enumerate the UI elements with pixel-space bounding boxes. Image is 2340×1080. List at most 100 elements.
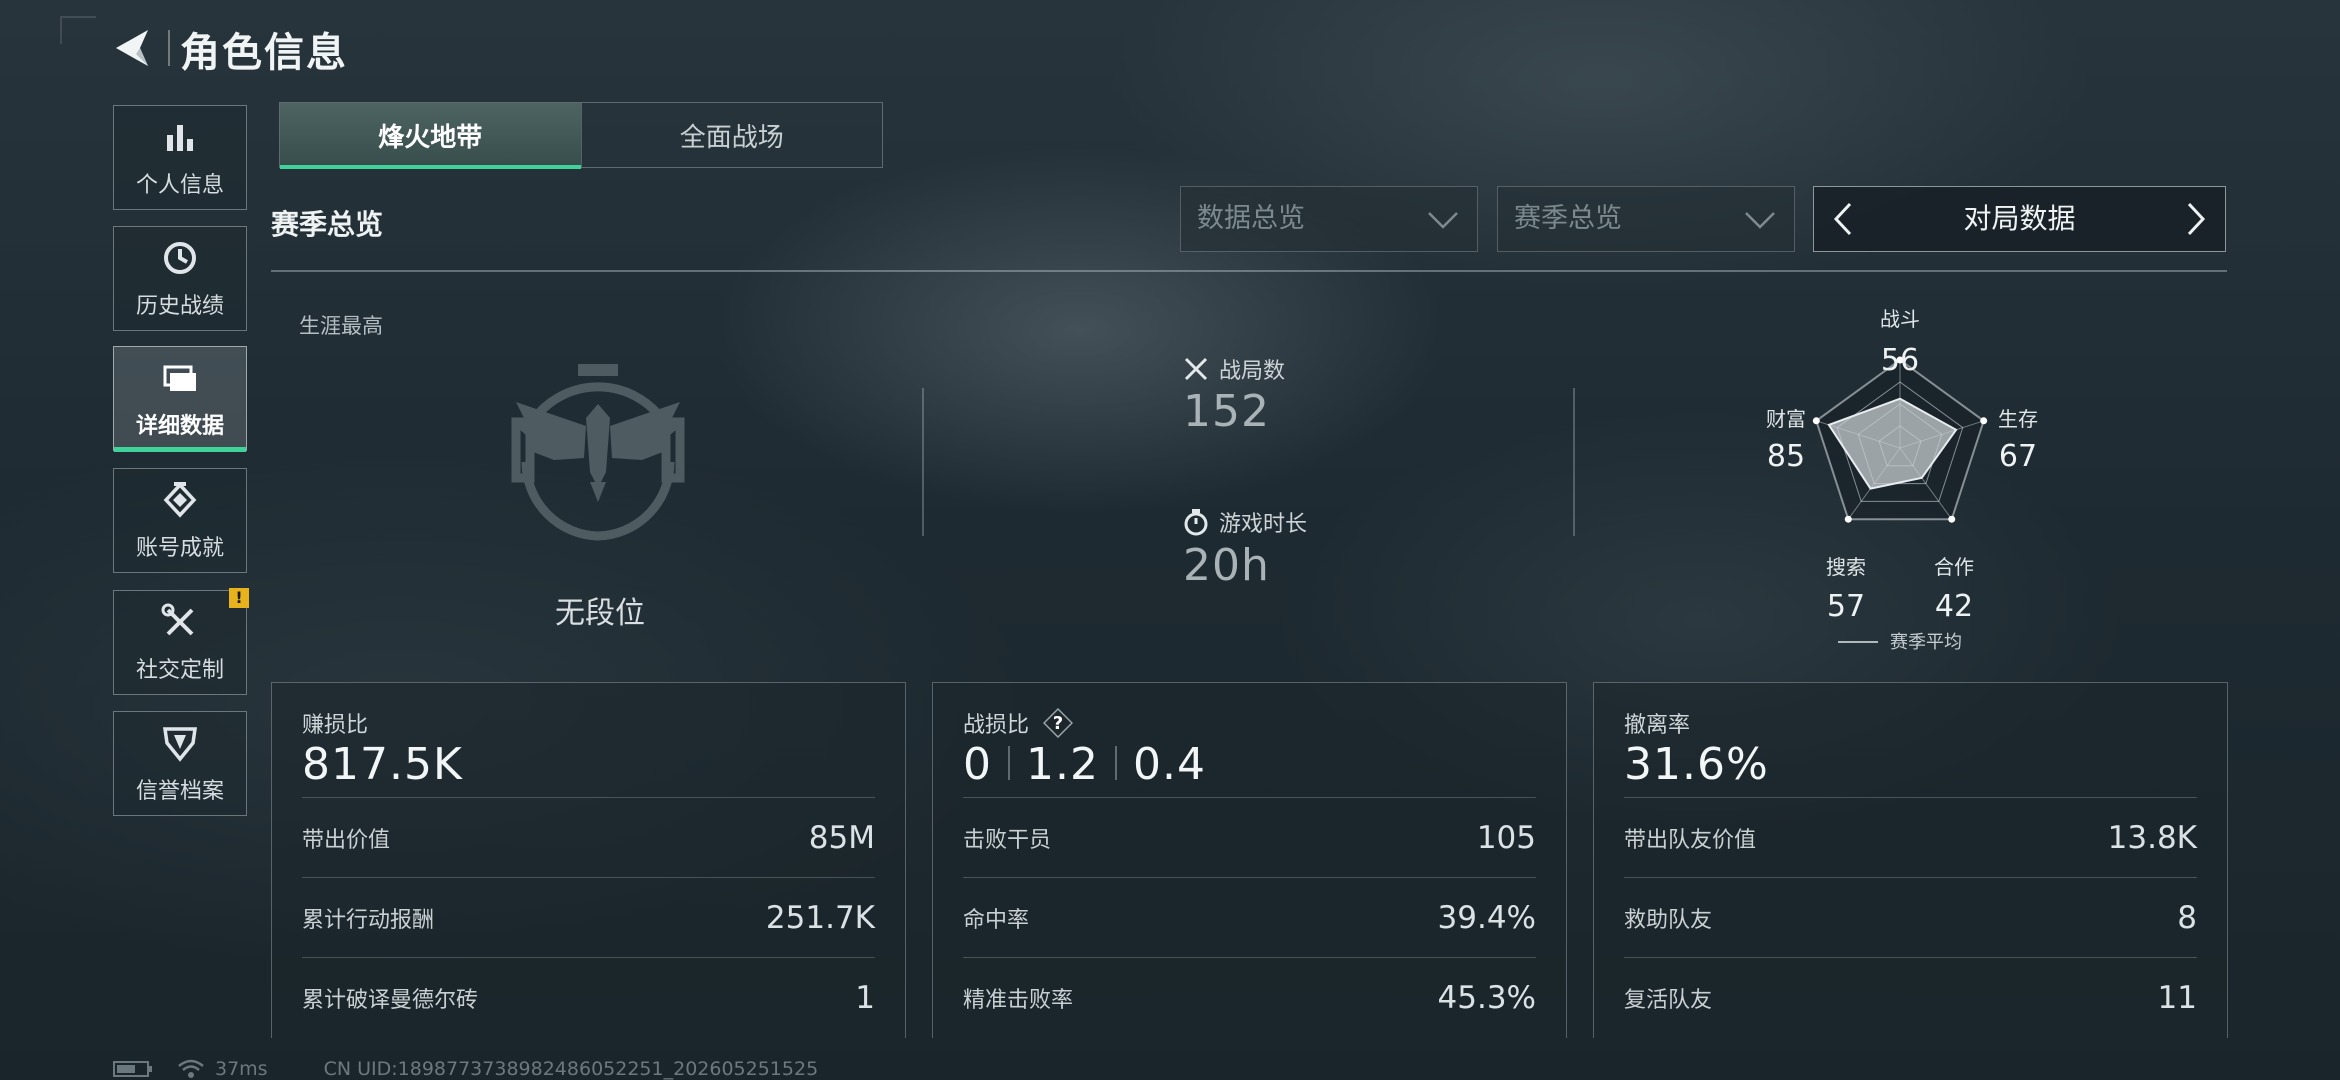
stat-row: 救助队友 8 (1624, 877, 2197, 957)
chevron-left-icon[interactable] (1828, 201, 1858, 237)
stat-row: 累计破译曼德尔砖 1 (302, 957, 875, 1037)
value-separator (1114, 746, 1117, 780)
data-overview-select[interactable]: 数据总览 (1180, 186, 1478, 252)
row-label: 命中率 (963, 907, 1030, 933)
row-value: 39.4% (1437, 899, 1536, 936)
kd-value-b: 1.2 (1026, 739, 1099, 790)
stat-row: 精准击败率 45.3% (963, 957, 1536, 1037)
value-separator (1008, 746, 1010, 780)
help-icon[interactable]: ? (1043, 708, 1074, 738)
radar-axis-label: 搜索 (1826, 555, 1866, 579)
row-label: 带出队友价值 (1624, 827, 1757, 853)
radar-legend-label: 赛季平均 (1890, 632, 1962, 653)
history-clock-icon (164, 241, 196, 274)
kd-value-a: 0 (963, 739, 992, 790)
chevron-down-icon (1745, 212, 1775, 229)
sidebar-item-achievements[interactable]: 账号成就 (113, 468, 247, 573)
stopwatch-icon (1184, 509, 1208, 536)
row-value: 1 (855, 979, 875, 1016)
shield-icon (162, 726, 198, 762)
bar-chart-icon (167, 124, 193, 151)
chevron-right-icon[interactable] (2181, 201, 2211, 237)
radar-axis-label: 战斗 (1880, 307, 1920, 331)
overview-separator (922, 388, 924, 536)
extraction-rate-card: 撤离率 31.6% 带出队友价值 13.8K 救助队友 8 复活队友 11 (1593, 682, 2228, 1038)
row-value: 11 (2157, 979, 2197, 1016)
pager-label: 对局数据 (1963, 202, 2076, 235)
corner-decoration (60, 16, 96, 44)
stat-row: 带出价值 85M (302, 797, 875, 877)
radar-vertex-dot (1948, 515, 1956, 523)
sidebar-item-social[interactable]: 社交定制 ! (113, 588, 249, 695)
row-value: 105 (1476, 819, 1536, 856)
card-label: 赚损比 (302, 713, 369, 738)
tab-full-battlefield[interactable]: 全面战场 (580, 103, 883, 167)
sidebar-item-profile[interactable]: 个人信息 (113, 105, 247, 210)
matches-value: 152 (1183, 386, 1270, 437)
ability-radar-chart: 战斗 56 生存 67 合作 42 搜索 57 财富 85 赛季平均 (1766, 307, 2038, 653)
medal-icon (163, 481, 197, 518)
row-label: 累计破译曼德尔砖 (302, 987, 479, 1013)
radar-axis-value: 67 (1999, 439, 2037, 474)
sidebar-item-detailed-data[interactable]: 详细数据 (113, 346, 247, 452)
tab-warzone[interactable]: 烽火地带 (280, 103, 581, 169)
warning-badge: ! (229, 588, 249, 608)
sidebar-item-label: 信誉档案 (135, 778, 224, 804)
help-glyph: ? (1053, 713, 1063, 734)
row-value: 8 (2177, 899, 2197, 936)
matches-label: 战局数 (1219, 359, 1286, 384)
card-label: 战损比 (963, 713, 1030, 738)
stat-row: 复活队友 11 (1624, 957, 2197, 1037)
row-label: 复活队友 (1624, 987, 1713, 1013)
section-title: 赛季总览 (271, 208, 384, 241)
row-value: 251.7K (765, 899, 875, 936)
card-label: 撤离率 (1624, 713, 1691, 738)
playtime-label-group: 游戏时长 (1183, 506, 1307, 538)
stat-row: 命中率 39.4% (963, 877, 1536, 957)
uid-text: CN UID:1898773738982486052251_2026052515… (323, 1058, 819, 1080)
select-value: 数据总览 (1197, 203, 1305, 234)
card-value: 817.5K (302, 739, 463, 790)
row-value: 85M (808, 819, 875, 856)
playtime-label: 游戏时长 (1219, 512, 1308, 537)
radar-axis-label: 财富 (1766, 407, 1806, 431)
rank-emblem-icon (511, 364, 685, 541)
sidebar-item-reputation[interactable]: 信誉档案 (113, 711, 247, 816)
stat-row: 累计行动报酬 251.7K (302, 877, 875, 957)
ping-value: 37ms (215, 1058, 268, 1080)
row-value: 45.3% (1437, 979, 1536, 1016)
radar-axis-value: 85 (1767, 439, 1805, 474)
row-label: 带出价值 (302, 827, 391, 853)
kd-value-c: 0.4 (1132, 739, 1206, 790)
matches-label-group: 战局数 (1183, 353, 1285, 385)
mode-tabs: 烽火地带 全面战场 (279, 102, 883, 169)
sidebar-item-label: 社交定制 (135, 657, 224, 683)
back-arrow-icon[interactable] (110, 26, 154, 70)
stat-row: 击败干员 105 (963, 797, 1536, 877)
radar-vertex-dot (1844, 515, 1852, 523)
stat-row: 带出队友价值 13.8K (1624, 797, 2197, 877)
crossed-swords-icon (1184, 357, 1208, 381)
chevron-down-icon (1428, 212, 1458, 229)
wifi-icon (178, 1059, 204, 1078)
radar-axis-label: 合作 (1934, 555, 1974, 579)
kd-ratio-card: 战损比 ? 0 1.2 0.4 击败干员 105 命中率 39.4% 精准击败率 4… (932, 682, 1567, 1038)
title-divider (168, 30, 170, 66)
sidebar-item-label: 个人信息 (135, 172, 224, 198)
row-label: 救助队友 (1624, 907, 1713, 933)
tools-icon (161, 603, 194, 635)
sidebar-item-history[interactable]: 历史战绩 (113, 226, 247, 331)
battery-icon (113, 1061, 152, 1077)
match-data-pager: 对局数据 (1813, 186, 2226, 252)
radar-axis-value: 56 (1881, 343, 1919, 378)
sidebar-item-label: 账号成就 (135, 535, 224, 561)
career-best-label: 生涯最高 (299, 314, 383, 338)
page-title: 角色信息 (180, 30, 348, 76)
radar-vertex-dot (1812, 417, 1820, 425)
status-bar: 37ms CN UID:1898773738982486052251_20260… (113, 1058, 818, 1080)
season-select[interactable]: 赛季总览 (1497, 186, 1795, 252)
overview-separator (1573, 388, 1575, 536)
radar-axis-value: 57 (1827, 589, 1865, 624)
select-value: 赛季总览 (1514, 203, 1622, 234)
radar-vertex-dot (1980, 417, 1988, 425)
